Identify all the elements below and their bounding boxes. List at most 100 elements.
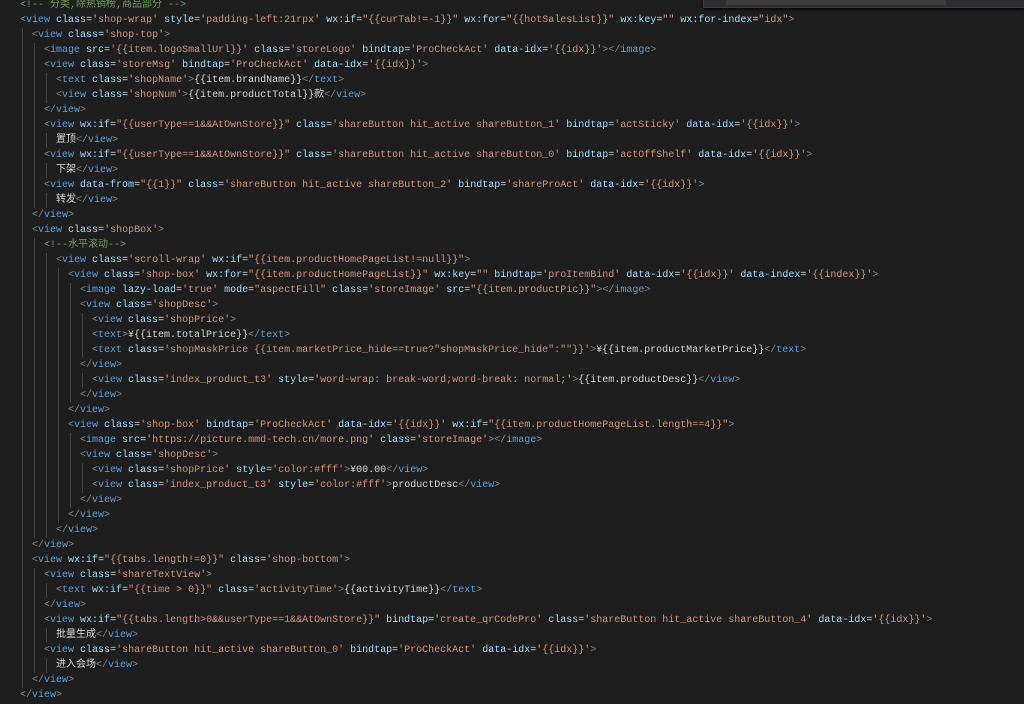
- code-editor[interactable]: <!-- 分类,除热销榜,商品部分 --> <view class='shop-w…: [0, 0, 1024, 703]
- code-line[interactable]: 下架</view>: [0, 163, 1024, 178]
- indent-guide: [46, 628, 47, 643]
- string-token: '{{idx}}': [740, 120, 795, 131]
- code-line[interactable]: <image src='{{item.logoSmallUrl}}' class…: [0, 43, 1024, 58]
- code-line[interactable]: <view class='shareTextView'>: [0, 568, 1024, 583]
- bracket-token: >: [590, 645, 597, 656]
- string-token: "{{userType==1&&AtOwnStore}}": [116, 120, 291, 131]
- code-text: <view class='shop-box' wx:for="{{item.pr…: [68, 268, 878, 283]
- code-text: <view class='shopNum'>{{item.productTota…: [56, 88, 366, 103]
- comment-token: <!-- 分类,除热销榜,商品部分 -->: [20, 0, 187, 11]
- indent-guide: [34, 178, 35, 193]
- bracket-token: </: [386, 465, 399, 476]
- indent-guide: [58, 313, 59, 328]
- code-line[interactable]: <view class='shop-wrap' style='padding-l…: [0, 13, 1024, 28]
- code-line[interactable]: </view>: [0, 508, 1024, 523]
- code-text: 下架</view>: [56, 163, 118, 178]
- text-token: {{item.productDesc}}: [578, 375, 699, 386]
- code-line[interactable]: <view class='storeMsg' bindtap='ProCheck…: [0, 58, 1024, 73]
- code-line[interactable]: </view>: [0, 673, 1024, 688]
- code-line[interactable]: <view class='scroll-wrap' wx:if="{{item.…: [0, 253, 1024, 268]
- code-line[interactable]: <view class='shopDesc'>: [0, 448, 1024, 463]
- code-line[interactable]: </view>: [0, 538, 1024, 553]
- code-line[interactable]: </view>: [0, 523, 1024, 538]
- bracket-token: >: [112, 195, 119, 206]
- attribute-token: bindtap: [206, 420, 249, 431]
- code-line[interactable]: <view class='shopNum'>{{item.productTota…: [0, 88, 1024, 103]
- attribute-token: class: [80, 645, 111, 656]
- code-line[interactable]: <!--水平滚动-->: [0, 238, 1024, 253]
- code-line[interactable]: <text class='shopMaskPrice {{item.market…: [0, 343, 1024, 358]
- indent-guide: [34, 193, 35, 208]
- indent-guide: [34, 43, 35, 58]
- code-text: <!--水平滚动-->: [44, 238, 126, 253]
- indent-guide: [22, 58, 23, 73]
- indent-guide: [58, 418, 59, 433]
- attribute-token: wx:for: [206, 270, 243, 281]
- code-line[interactable]: </view>: [0, 688, 1024, 703]
- bracket-token: </: [76, 195, 89, 206]
- code-line[interactable]: </view>: [0, 598, 1024, 613]
- code-text: <view class='shopDesc'>: [80, 298, 218, 313]
- code-line[interactable]: <view wx:if="{{userType==1&&AtOwnStore}}…: [0, 148, 1024, 163]
- bracket-token: >: [494, 480, 501, 491]
- code-line[interactable]: <view class='shop-top'>: [0, 28, 1024, 43]
- indent-guide: [46, 373, 47, 388]
- code-line[interactable]: <text wx:if="{{time > 0}}" class='activi…: [0, 583, 1024, 598]
- code-line[interactable]: <view class='shopBox'>: [0, 223, 1024, 238]
- code-line[interactable]: 批量生成</view>: [0, 628, 1024, 643]
- code-line[interactable]: <view class='shareButton hit_active shar…: [0, 643, 1024, 658]
- code-line[interactable]: <view class='shopDesc'>: [0, 298, 1024, 313]
- code-line[interactable]: 进入会场</view>: [0, 658, 1024, 673]
- code-line[interactable]: <image lazy-load='true' mode="aspectFill…: [0, 283, 1024, 298]
- indent-guide: [58, 508, 59, 523]
- indent-guide: [82, 328, 83, 343]
- code-line[interactable]: </view>: [0, 403, 1024, 418]
- code-text: <view class='index_product_t3' style='wo…: [92, 373, 740, 388]
- code-line[interactable]: <view wx:if="{{tabs.length>0&&userType==…: [0, 613, 1024, 628]
- code-line[interactable]: </view>: [0, 103, 1024, 118]
- attribute-token: class: [548, 615, 579, 626]
- code-line[interactable]: 转发</view>: [0, 193, 1024, 208]
- code-line[interactable]: <view wx:if="{{userType==1&&AtOwnStore}}…: [0, 118, 1024, 133]
- code-line[interactable]: <view class='shopPrice' style='color:#ff…: [0, 463, 1024, 478]
- code-text: </view>: [44, 103, 86, 118]
- code-line[interactable]: <image src='https://picture.mmd-tech.cn/…: [0, 433, 1024, 448]
- indent-guide: [22, 433, 23, 448]
- indent-guide: [46, 418, 47, 433]
- bracket-token: >: [112, 135, 119, 146]
- code-line[interactable]: </view>: [0, 208, 1024, 223]
- find-input[interactable]: [726, 0, 946, 5]
- bracket-token: >: [68, 540, 75, 551]
- bracket-token: >: [872, 270, 879, 281]
- code-line[interactable]: <view class='shopPrice'>: [0, 313, 1024, 328]
- tag-name-token: text: [98, 330, 123, 341]
- code-line[interactable]: <view class='shop-box' bindtap='ProCheck…: [0, 418, 1024, 433]
- code-line[interactable]: <text class='shopName'>{{item.brandName}…: [0, 73, 1024, 88]
- attribute-token: wx:if: [80, 615, 111, 626]
- string-token: 'shop-top': [104, 30, 165, 41]
- code-line[interactable]: 置顶</view>: [0, 133, 1024, 148]
- code-line[interactable]: </view>: [0, 358, 1024, 373]
- code-line[interactable]: <view data-from="{{1}}" class='shareButt…: [0, 178, 1024, 193]
- indent-guide: [46, 403, 47, 418]
- code-line[interactable]: <view wx:if="{{tabs.length!=0}}" class='…: [0, 553, 1024, 568]
- tag-name-token: image: [620, 45, 651, 56]
- indent-guide: [22, 613, 23, 628]
- indent-guide: [58, 463, 59, 478]
- code-line[interactable]: <view class='shop-box' wx:for="{{item.pr…: [0, 268, 1024, 283]
- string-token: 'color:#fff': [314, 480, 387, 491]
- tag-name-token: image: [614, 285, 645, 296]
- string-token: 'index_product_t3': [164, 480, 273, 491]
- bracket-token: >: [164, 30, 171, 41]
- bracket-token: >: [112, 165, 119, 176]
- code-line[interactable]: </view>: [0, 493, 1024, 508]
- bracket-token: >: [644, 285, 651, 296]
- attribute-token: data-idx: [686, 120, 735, 131]
- indent-guide: [58, 373, 59, 388]
- code-line[interactable]: <view class='index_product_t3' style='co…: [0, 478, 1024, 493]
- attribute-token: class: [128, 480, 159, 491]
- code-line[interactable]: </view>: [0, 388, 1024, 403]
- code-line[interactable]: <view class='index_product_t3' style='wo…: [0, 373, 1024, 388]
- code-line[interactable]: <text>¥{{item.totalPrice}}</text>: [0, 328, 1024, 343]
- indent-guide: [22, 478, 23, 493]
